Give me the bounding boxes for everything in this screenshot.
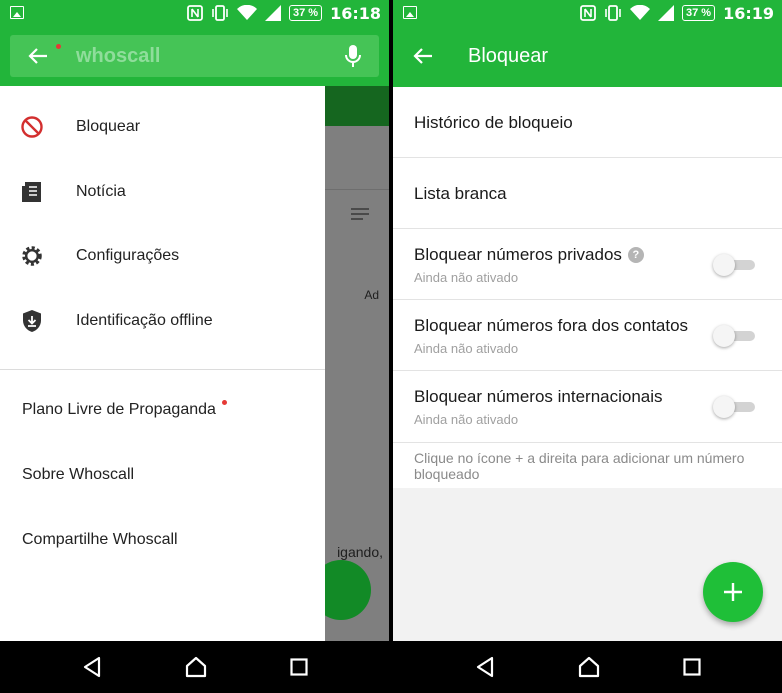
menu-lines-icon <box>351 208 369 220</box>
home-nav-icon[interactable] <box>185 656 207 678</box>
block-international-label: Bloquear números internacionais <box>414 387 663 406</box>
toggle-thumb <box>713 396 735 418</box>
drawer-item-label: Configurações <box>76 247 180 265</box>
drawer-item-noticia[interactable]: Notícia <box>0 160 325 225</box>
back-arrow-icon[interactable] <box>413 46 433 66</box>
news-icon <box>20 180 44 204</box>
gallery-notification-icon <box>10 6 24 19</box>
vibrate-icon <box>212 5 228 21</box>
drawer-item-label: Identificação offline <box>76 311 213 329</box>
signal-icon <box>657 5 674 21</box>
shield-download-icon <box>20 309 44 333</box>
search-bar <box>10 35 379 77</box>
block-international-toggle[interactable] <box>713 396 755 418</box>
block-non-contacts-status: Ainda não ativado <box>414 341 519 356</box>
battery-indicator: 37 % <box>288 5 323 21</box>
navigation-drawer: Bloquear Notícia Configurações Identific… <box>0 86 325 641</box>
drawer-item-configuracoes[interactable]: Configurações <box>0 224 325 289</box>
plus-icon <box>724 583 742 601</box>
drawer-item-identificacao-offline[interactable]: Identificação offline <box>0 289 325 354</box>
signal-icon <box>264 5 281 21</box>
drawer-divider <box>0 369 325 370</box>
drawer-item-label: Plano Livre de Propaganda <box>22 400 216 418</box>
left-screen: 37 % 16:18 Ad igando, Bloquear <box>0 0 389 693</box>
block-icon <box>20 115 44 139</box>
whitelist-label: Lista branca <box>414 184 507 203</box>
drawer-item-label-wrap: Plano Livre de Propaganda <box>22 399 227 419</box>
ad-label: Ad <box>364 288 379 302</box>
toggle-thumb <box>713 325 735 347</box>
settings-list: Histórico de bloqueio Lista branca Bloqu… <box>393 87 782 488</box>
vibrate-icon <box>605 5 621 21</box>
add-blocked-number-button[interactable] <box>703 562 763 622</box>
block-settings: Histórico de bloqueio Lista branca Bloqu… <box>393 87 782 641</box>
gallery-notification-icon <box>403 6 417 19</box>
block-private-row[interactable]: Bloquear números privados? Ainda não ati… <box>393 229 782 300</box>
mic-icon[interactable] <box>345 44 361 68</box>
partial-text: igando, <box>337 544 383 560</box>
back-nav-icon[interactable] <box>82 656 102 678</box>
clock: 16:19 <box>723 3 774 23</box>
history-row[interactable]: Histórico de bloqueio <box>393 87 782 158</box>
block-private-title: Bloquear números privados? <box>414 245 644 265</box>
home-nav-icon[interactable] <box>578 656 600 678</box>
drawer-item-plano-livre[interactable]: Plano Livre de Propaganda <box>0 377 325 442</box>
navigation-bar <box>0 641 389 693</box>
whitelist-row[interactable]: Lista branca <box>393 158 782 229</box>
toggle-thumb <box>713 254 735 276</box>
block-non-contacts-toggle[interactable] <box>713 325 755 347</box>
gear-icon <box>20 244 44 268</box>
add-number-hint: Clique no ícone + a direita para adicion… <box>393 442 782 488</box>
block-international-row[interactable]: Bloquear números internacionais Ainda nã… <box>393 371 782 442</box>
new-badge-dot <box>221 399 227 405</box>
status-bar: 37 % 16:18 <box>0 0 389 26</box>
page-title: Bloquear <box>468 45 549 67</box>
recents-nav-icon[interactable] <box>289 658 308 676</box>
app-bar: Bloquear <box>393 26 782 87</box>
back-nav-icon[interactable] <box>475 656 495 678</box>
nfc-icon <box>187 5 203 21</box>
history-label: Histórico de bloqueio <box>414 113 573 132</box>
block-private-status: Ainda não ativado <box>414 270 519 285</box>
search-header <box>0 26 389 86</box>
block-private-label: Bloquear números privados <box>414 245 622 264</box>
drawer-item-sobre[interactable]: Sobre Whoscall <box>0 442 325 507</box>
drawer-item-compartilhe[interactable]: Compartilhe Whoscall <box>0 507 325 572</box>
notification-dot <box>56 44 61 49</box>
navigation-bar <box>393 641 782 693</box>
wifi-icon <box>236 5 257 20</box>
nfc-icon <box>580 5 596 21</box>
drawer-item-bloquear[interactable]: Bloquear <box>0 95 325 160</box>
block-non-contacts-label: Bloquear números fora dos contatos <box>414 316 689 335</box>
search-input[interactable] <box>76 43 316 69</box>
drawer-item-label: Notícia <box>76 182 126 200</box>
status-bar: 37 % 16:19 <box>393 0 782 26</box>
right-screen: 37 % 16:19 Bloquear Histórico de bloquei… <box>393 0 782 693</box>
block-international-status: Ainda não ativado <box>414 412 519 427</box>
drawer-item-label: Compartilhe Whoscall <box>22 530 178 548</box>
drawer-item-label: Bloquear <box>76 118 141 136</box>
recents-nav-icon[interactable] <box>682 658 701 676</box>
help-icon[interactable]: ? <box>627 247 644 263</box>
wifi-icon <box>629 5 650 20</box>
back-arrow-icon[interactable] <box>28 46 48 66</box>
drawer-item-label: Sobre Whoscall <box>22 465 135 483</box>
block-private-toggle[interactable] <box>713 254 755 276</box>
block-non-contacts-row[interactable]: Bloquear números fora dos contatos Ainda… <box>393 300 782 371</box>
clock: 16:18 <box>330 3 381 23</box>
battery-indicator: 37 % <box>681 5 716 21</box>
